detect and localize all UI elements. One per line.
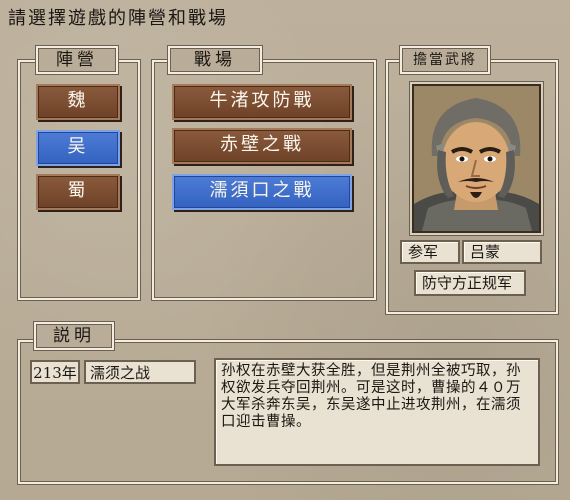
battlefield-panel-label: 戰場: [168, 46, 262, 74]
description-panel-label: 説明: [34, 322, 114, 350]
faction-button-wu[interactable]: 吴: [36, 130, 120, 166]
general-unit-field: 防守方正规军: [414, 270, 526, 296]
screen-title: 請選擇遊戲的陣營和戰場: [8, 8, 228, 29]
description-text: 孙权在赤壁大获全胜，但是荆州全被巧取，孙权欲发兵夺回荆州。可是这时，曹操的４０万…: [214, 358, 540, 466]
faction-button-wei[interactable]: 魏: [36, 84, 120, 120]
battlefield-button-chibi[interactable]: 赤壁之戰: [172, 128, 352, 164]
faction-panel-label: 陣營: [36, 46, 118, 74]
general-panel-label: 擔當武將: [400, 46, 490, 74]
general-portrait: [412, 84, 541, 233]
faction-button-shu[interactable]: 蜀: [36, 174, 120, 210]
battlefield-button-ruxukou[interactable]: 濡須口之戰: [172, 174, 352, 210]
description-battle-name: 濡须之战: [84, 360, 196, 384]
description-year: 213年: [30, 360, 80, 384]
battlefield-button-niuzhu[interactable]: 牛渚攻防戰: [172, 84, 352, 120]
general-rank-field: 参军: [400, 240, 460, 264]
general-name-field: 吕蒙: [462, 240, 542, 264]
general-portrait-image: [414, 86, 539, 231]
